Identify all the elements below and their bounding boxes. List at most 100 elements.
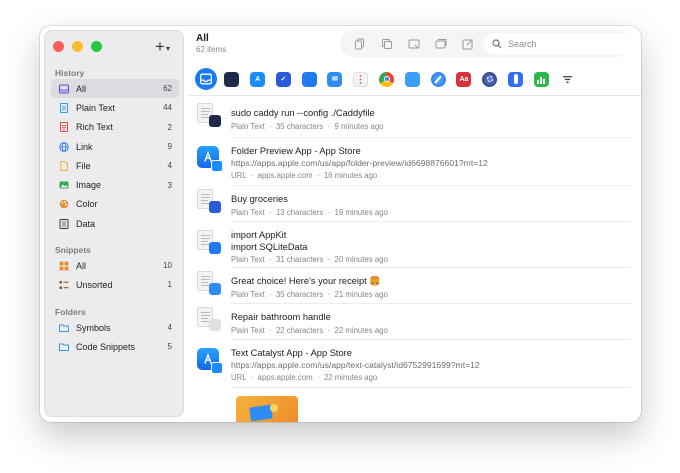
- item-time: 9 minutes ago: [334, 121, 384, 131]
- section-title-folders: Folders: [55, 307, 86, 317]
- mail-icon: ✉: [327, 71, 343, 87]
- folder-icon: [59, 342, 69, 352]
- close-window-button[interactable]: [53, 41, 64, 52]
- item-text-line: sudo caddy run --config ./Caddyfile: [231, 108, 375, 118]
- globe-icon: [59, 141, 69, 152]
- app-filter-system[interactable]: [479, 68, 501, 90]
- sidebar-item-label: Symbols: [76, 322, 111, 333]
- meta-separator: ·: [327, 121, 331, 131]
- list-item[interactable]: Folder Preview App - App Store https://ap…: [188, 138, 641, 186]
- list-item[interactable]: Buy groceries Plain Text · 13 characters…: [188, 186, 641, 222]
- sidebar-item-count: 3: [167, 180, 172, 190]
- meta-separator: ·: [269, 325, 272, 335]
- sidebar-item-code-snippets[interactable]: Code Snippets 5: [51, 337, 179, 356]
- list-item[interactable]: import AppKit import SQLiteData Plain Tex…: [188, 222, 641, 268]
- source-app-badge: [211, 362, 223, 374]
- meta-separator: ·: [269, 289, 272, 299]
- sidebar-item-unsorted[interactable]: Unsorted 1: [51, 275, 179, 294]
- document-thumbnail-icon: [197, 103, 221, 127]
- app-filter-reminders[interactable]: ✓: [272, 68, 294, 90]
- sidebar-item-all[interactable]: All 62: [51, 79, 179, 99]
- zoom-window-button[interactable]: [91, 41, 102, 52]
- item-detail: apps.apple.com: [257, 171, 313, 180]
- copy-button[interactable]: [347, 34, 374, 54]
- duplicate-button[interactable]: [374, 34, 401, 54]
- meta-separator: ·: [327, 289, 331, 299]
- item-detail: 22 characters: [275, 325, 324, 335]
- image-icon: [59, 180, 69, 190]
- paste-icon: [408, 39, 420, 48]
- app-filter-terminal[interactable]: [221, 68, 243, 90]
- instruments-icon: [508, 71, 524, 87]
- search-placeholder: Search: [507, 38, 537, 49]
- sidebar-item-data[interactable]: Data: [51, 214, 179, 233]
- list-icon: [59, 280, 69, 290]
- numbers-icon: [533, 71, 549, 87]
- sidebar-item-label: Code Snippets: [76, 341, 136, 352]
- palette-icon: [59, 199, 69, 209]
- search-field[interactable]: Search: [483, 32, 630, 55]
- meta-separator: ·: [269, 207, 272, 217]
- list-item[interactable]: Text Catalyst App - App Store https://app…: [188, 340, 641, 388]
- sidebar-item-file[interactable]: File 4: [51, 156, 179, 175]
- tray-icon: [200, 73, 212, 85]
- app-store-icon: [197, 146, 223, 172]
- filter-options-button[interactable]: [556, 68, 578, 90]
- stack-icon: [435, 38, 447, 48]
- meta-separator: ·: [327, 255, 331, 264]
- sidebar-item-count: 4: [167, 323, 172, 333]
- app-filter-chrome[interactable]: [376, 68, 398, 90]
- page-title: All: [196, 33, 209, 44]
- stack-button[interactable]: [427, 34, 454, 54]
- item-type: Plain Text: [231, 325, 265, 335]
- app-filter-mail[interactable]: ✉: [324, 68, 346, 90]
- app-filter-safari[interactable]: [427, 68, 449, 90]
- sidebar-item-count: 4: [167, 161, 172, 171]
- sidebar-item-plain-text[interactable]: Plain Text 44: [51, 98, 179, 117]
- meta-separator: ·: [250, 171, 254, 180]
- meta-separator: ·: [269, 121, 272, 131]
- sidebar-item-rich-text[interactable]: Rich Text 2: [51, 118, 179, 137]
- list-item[interactable]: sudo caddy run --config ./Caddyfile Plai…: [188, 100, 641, 138]
- sidebar-list-snippets: All 10 Unsorted 1: [51, 256, 179, 295]
- item-meta: Plain Text · 35 characters · 21 minutes …: [231, 290, 631, 299]
- sidebar-item-all[interactable]: All 10: [51, 256, 179, 275]
- edit-button[interactable]: [454, 34, 481, 54]
- sidebar-item-image[interactable]: Image 3: [51, 175, 179, 194]
- app-filter-all-apps[interactable]: [195, 68, 217, 90]
- item-type: Plain Text: [231, 255, 265, 264]
- sidebar-item-label: Color: [76, 199, 98, 210]
- app-filter-dictionary[interactable]: Aa: [453, 68, 475, 90]
- sidebar-item-label: Link: [76, 141, 93, 152]
- item-detail: 35 characters: [275, 121, 324, 131]
- document-thumbnail-icon: [197, 230, 221, 254]
- sidebar-item-color[interactable]: Color: [51, 195, 179, 214]
- plus-icon: +: [155, 37, 165, 56]
- app-filter-notes[interactable]: [350, 68, 372, 90]
- app-filter-app-store[interactable]: A: [247, 68, 269, 90]
- safari-icon: [430, 71, 446, 87]
- list-item[interactable]: Great choice! Here’s your receipt 🍔 Plai…: [188, 268, 641, 304]
- list-item-image[interactable]: [188, 388, 641, 422]
- dictionary-icon: Aa: [456, 71, 472, 87]
- app-filter-numbers[interactable]: [530, 68, 552, 90]
- sidebar-item-symbols[interactable]: Symbols 4: [51, 318, 179, 337]
- item-type: URL: [231, 171, 247, 180]
- notes-icon: [353, 71, 369, 87]
- finder-icon: [404, 71, 420, 87]
- minimize-window-button[interactable]: [72, 41, 83, 52]
- paste-button[interactable]: [401, 34, 428, 54]
- app-filter-instruments[interactable]: [505, 68, 527, 90]
- app-filter-xcode[interactable]: [298, 68, 320, 90]
- source-app-badge: [209, 319, 221, 331]
- add-button[interactable]: + ▾: [155, 37, 170, 57]
- item-time: 16 minutes ago: [323, 171, 378, 180]
- item-text-line: Great choice! Here’s your receipt 🍔: [231, 276, 381, 286]
- sidebar-item-count: 44: [163, 103, 172, 113]
- item-type: Plain Text: [231, 289, 265, 299]
- app-filter-finder[interactable]: [401, 68, 423, 90]
- item-text-line: Text Catalyst App - App Store: [231, 348, 352, 358]
- sidebar-item-link[interactable]: Link 9: [51, 137, 179, 156]
- list-item[interactable]: Repair bathroom handle Plain Text · 22 c…: [188, 304, 641, 340]
- meta-separator: ·: [269, 255, 272, 264]
